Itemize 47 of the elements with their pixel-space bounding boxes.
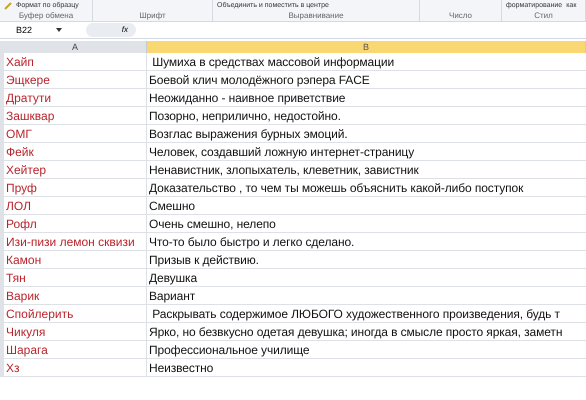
table-cell: Зашквар [4, 107, 147, 124]
fx-button[interactable]: fx [86, 23, 136, 37]
table-cell-text: Профессиональное училище [148, 342, 310, 358]
table-cell-text: Раскрывать содержимое ЛЮБОГО художественного произведения, будь т [151, 306, 561, 322]
group-label: Стил [533, 11, 554, 21]
table-cell-text: Очень смешно, нелепо [148, 216, 277, 232]
table-cell: Хайп [4, 53, 147, 70]
table-cell-text: Боевой клич молодёжного рэпера FACE [148, 72, 371, 88]
table-cell-text: Вариант [148, 288, 196, 304]
group-label: Буфер обмена [18, 11, 74, 21]
dropdown-icon [56, 28, 62, 32]
group-label: Число [448, 11, 473, 21]
table-cell-text: Что-то было быстро и легко сделано. [148, 234, 356, 250]
table-cell-text: Смешно [148, 198, 196, 214]
table-cell-text: Человек, создавший ложную интернет-страницу [148, 144, 416, 160]
table-cell: Тян [4, 269, 147, 286]
table-cell: Чикуля [4, 323, 147, 340]
table-cell-text: Позорно, неприлично, недостойно. [148, 108, 342, 124]
table-cell: Дратути [4, 89, 147, 106]
table-cell: Варик [4, 287, 147, 304]
brush-icon [4, 2, 12, 10]
table-cell-text: Ненавистник, злопыхатель, клеветник, завистник [148, 162, 420, 178]
table-cell-text: Ярко, но безвкусно одетая девушка; иногда в смысле просто яркая, заметн [148, 324, 564, 340]
table-cell-text: Шумиха в средствах массовой информации [151, 54, 396, 70]
table-cell: Шарага [4, 341, 147, 358]
table-cell: Камон [4, 251, 147, 268]
column-header[interactable]: B [147, 41, 586, 53]
table-cell: ОМГ [4, 125, 147, 142]
table-cell: ЛОЛ [4, 197, 147, 214]
table-cell-text: Девушка [148, 270, 198, 286]
name-box[interactable]: B22 [0, 23, 78, 37]
group-label: Выравнивание [287, 11, 345, 21]
table-cell: Фейк [4, 143, 147, 160]
table-cell: Пруф [4, 179, 147, 196]
table-cell: Хейтер [4, 161, 147, 178]
table-cell-text: Доказательство , то чем ты можешь объяснить какой-либо поступок [148, 180, 524, 196]
table-cell: Спойлерить [4, 305, 147, 322]
table-cell: Хз [4, 359, 147, 376]
group-label: Шрифт [138, 11, 167, 21]
table-cell-text: Неожиданно - наивное приветствие [148, 90, 346, 106]
table-cell: Изи-пизи лемон сквизи [4, 233, 147, 250]
column-header[interactable]: A [4, 41, 147, 53]
table-cell-text: Возглас выражения бурных эмоций. [148, 126, 349, 142]
table-cell: Эщкере [4, 71, 147, 88]
table-cell-text: Неизвестно [148, 360, 214, 376]
table-cell-text: Призыв к действию. [148, 252, 260, 268]
table-cell: Рофл [4, 215, 147, 232]
